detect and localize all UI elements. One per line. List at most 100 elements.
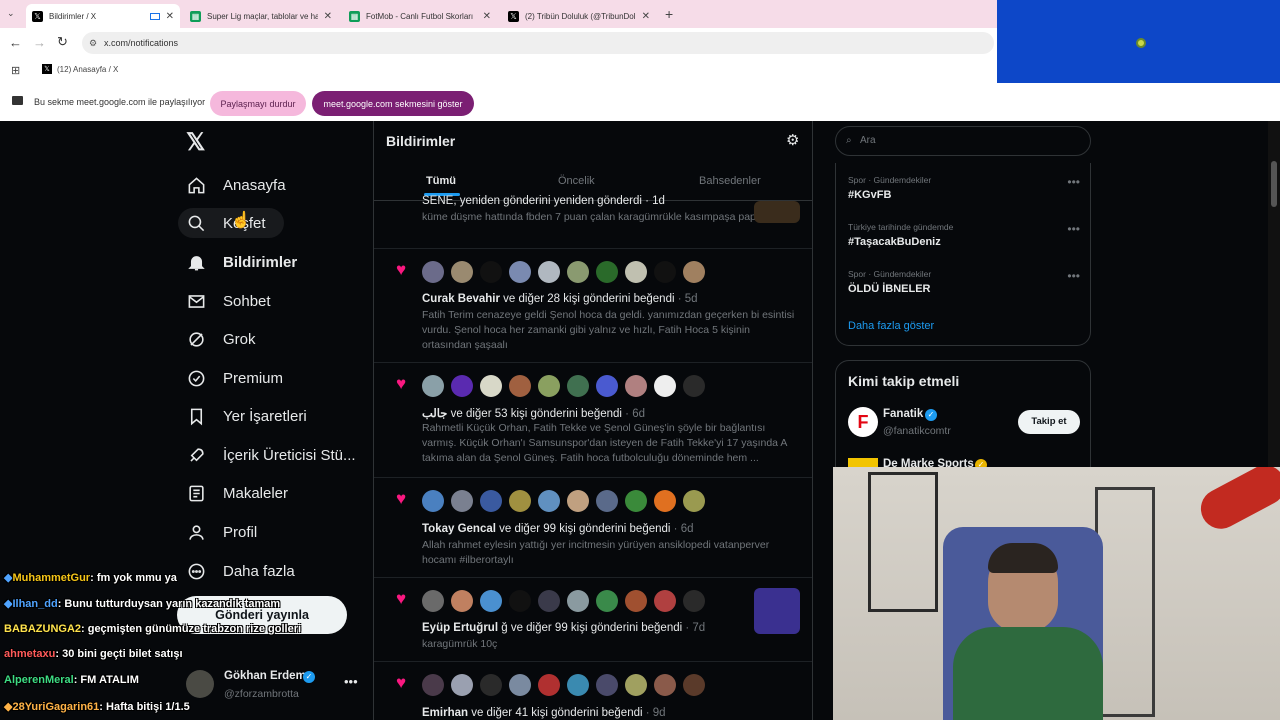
page-scrollbar[interactable] — [1268, 121, 1280, 467]
sheet-favicon-icon: ▦ — [190, 10, 201, 22]
trend-more-icon[interactable]: ••• — [1067, 222, 1080, 236]
avatar — [654, 674, 676, 696]
avatar — [596, 674, 618, 696]
scrollbar-thumb[interactable] — [1271, 161, 1277, 207]
avatar — [538, 490, 560, 512]
tab-bahsedenler[interactable]: Bahsedenler — [699, 175, 761, 187]
avatar — [654, 375, 676, 397]
verified-icon: ✓ — [925, 409, 937, 421]
account-handle: @zforzambrotta — [224, 688, 299, 700]
list-item[interactable]: ♥ Tokay Gencal ve diğer 99 kişi gönderin… — [374, 478, 812, 578]
follow-suggestion[interactable]: F Fanatik ✓ @fanatikcomtr Takip et — [836, 405, 1092, 445]
tab-fotmob[interactable]: ▦ FotMob - Canlı Futbol Skorları ✕ — [343, 4, 497, 28]
nav-daha-fazla[interactable]: Daha fazla — [186, 556, 295, 586]
account-switcher[interactable]: Gökhan Erdem ✓ @zforzambrotta ••• — [186, 668, 362, 708]
list-item[interactable]: ♥ Eyüp Ertuğrul ğ ve diğer 99 kişi gönde… — [374, 578, 812, 662]
site-info-icon[interactable]: ⚙ — [89, 32, 97, 54]
search-icon — [186, 213, 206, 233]
back-icon[interactable]: ← — [9, 35, 22, 50]
nav-grok[interactable]: Grok — [186, 324, 256, 354]
avatar — [509, 674, 531, 696]
avatar — [480, 674, 502, 696]
meet-preview-panel — [997, 0, 1280, 83]
avatar — [567, 674, 589, 696]
home-icon — [186, 175, 206, 195]
list-item[interactable]: ♥ Emirhan ve diğer 41 kişi gönderini beğ… — [374, 662, 812, 720]
list-item[interactable]: ♥ جالب ve diğer 53 kişi gönderini beğend… — [374, 363, 812, 478]
bookmark-anasayfa[interactable]: 𝕏 (12) Anasayfa / X — [42, 64, 118, 74]
nav-premium[interactable]: Premium — [186, 363, 283, 393]
x-favicon-icon: 𝕏 — [508, 10, 519, 22]
tab-tumu[interactable]: Tümü — [426, 175, 456, 187]
verified-icon: ✓ — [303, 671, 315, 683]
url-field[interactable]: ⚙ x.com/notifications — [82, 32, 994, 54]
nav-sohbet[interactable]: Sohbet — [186, 286, 271, 316]
x-logo-icon[interactable]: 𝕏 — [186, 128, 205, 157]
liker-avatars — [422, 674, 705, 696]
avatar — [683, 375, 705, 397]
nav-icerik-ureticisi[interactable]: İçerik Üreticisi Stü... — [186, 440, 356, 470]
show-more-link[interactable]: Daha fazla göster — [848, 320, 934, 332]
sharing-message: Bu sekme meet.google.com ile paylaşılıyo… — [34, 97, 206, 107]
tab-tribun[interactable]: 𝕏 (2) Tribün Doluluk (@TribunDol ✕ — [502, 4, 656, 28]
avatar — [451, 590, 473, 612]
nav-profil[interactable]: Profil — [186, 517, 257, 547]
heart-icon: ♥ — [396, 374, 407, 393]
bookmarks-bar: ⊞ 𝕏 (12) Anasayfa / X — [0, 58, 997, 83]
bell-icon — [186, 252, 206, 272]
heart-icon: ♥ — [396, 489, 407, 508]
avatar — [596, 261, 618, 283]
list-item[interactable]: ♥ Curak Bevahir ve diğer 28 kişi gönderi… — [374, 249, 812, 363]
nav-makaleler[interactable]: Makaleler — [186, 478, 288, 508]
follow-button[interactable]: Takip et — [1018, 410, 1080, 434]
meet-share-icon — [149, 12, 160, 20]
avatar — [480, 490, 502, 512]
nav-yer-isaretleri[interactable]: Yer İşaretleri — [186, 401, 307, 431]
trend-item[interactable]: Spor · Gündemdekiler ÖLDÜ İBNELER ••• — [836, 257, 1092, 303]
chat-message: ◆Ilhan_dd: Bunu tutturduysan yarın kazan… — [4, 598, 281, 610]
show-meet-tab-button[interactable]: meet.google.com sekmesini göster — [312, 91, 474, 116]
apps-grid-icon[interactable]: ⊞ — [11, 64, 20, 77]
stop-sharing-button[interactable]: Paylaşmayı durdur — [210, 91, 306, 116]
browser-tab-strip: ⌄ 𝕏 Bildirimler / X ✕ ▦ Super Lig maçlar… — [0, 0, 997, 28]
close-tab-icon[interactable]: ✕ — [642, 11, 650, 22]
liker-avatars — [422, 590, 705, 612]
tab-search-icon[interactable]: ⌄ — [7, 8, 15, 19]
who-to-follow-title: Kimi takip etmeli — [848, 373, 960, 389]
avatar — [654, 490, 676, 512]
nav-bildirimler[interactable]: Bildirimler — [186, 247, 297, 277]
avatar — [683, 490, 705, 512]
search-input[interactable]: ⌕ Ara — [835, 126, 1091, 156]
new-tab-icon[interactable]: + — [665, 6, 673, 22]
chat-message: ◆28YuriGagarin61: Hafta bitişi 1/1.5 — [4, 701, 190, 713]
forward-icon[interactable]: → — [33, 35, 46, 50]
tab-superlig[interactable]: ▦ Super Lig maçlar, tablolar ve ha ✕ — [184, 4, 338, 28]
article-icon — [186, 483, 206, 503]
share-screen-icon — [12, 96, 23, 105]
tab-bildirimler[interactable]: 𝕏 Bildirimler / X ✕ — [26, 4, 180, 28]
avatar — [451, 261, 473, 283]
post-thumbnail — [754, 201, 800, 223]
avatar — [567, 590, 589, 612]
close-tab-icon[interactable]: ✕ — [166, 11, 174, 22]
close-tab-icon[interactable]: ✕ — [483, 11, 491, 22]
who-to-follow-card: Kimi takip etmeli F Fanatik ✓ @fanatikco… — [835, 360, 1092, 481]
avatar — [538, 375, 560, 397]
list-item[interactable]: SENE, yeniden gönderini yeniden gönderdi… — [374, 195, 812, 249]
trend-item[interactable]: Türkiye tarihinde gündemde #TaşacakBuDen… — [836, 210, 1092, 256]
tab-oncelik[interactable]: Öncelik — [558, 175, 595, 187]
avatar — [625, 674, 647, 696]
reload-icon[interactable]: ↻ — [57, 34, 68, 50]
account-more-icon[interactable]: ••• — [344, 674, 358, 689]
heart-icon: ♥ — [396, 589, 407, 608]
avatar — [625, 590, 647, 612]
avatar — [596, 375, 618, 397]
nav-anasayfa[interactable]: Anasayfa — [186, 170, 286, 200]
trend-item[interactable]: Spor · Gündemdekiler #KGvFB ••• — [836, 163, 1092, 209]
avatar — [683, 261, 705, 283]
trend-more-icon[interactable]: ••• — [1067, 269, 1080, 283]
trend-more-icon[interactable]: ••• — [1067, 175, 1080, 189]
close-tab-icon[interactable]: ✕ — [324, 11, 332, 22]
avatar — [625, 490, 647, 512]
settings-gear-icon[interactable]: ⚙ — [786, 131, 799, 149]
